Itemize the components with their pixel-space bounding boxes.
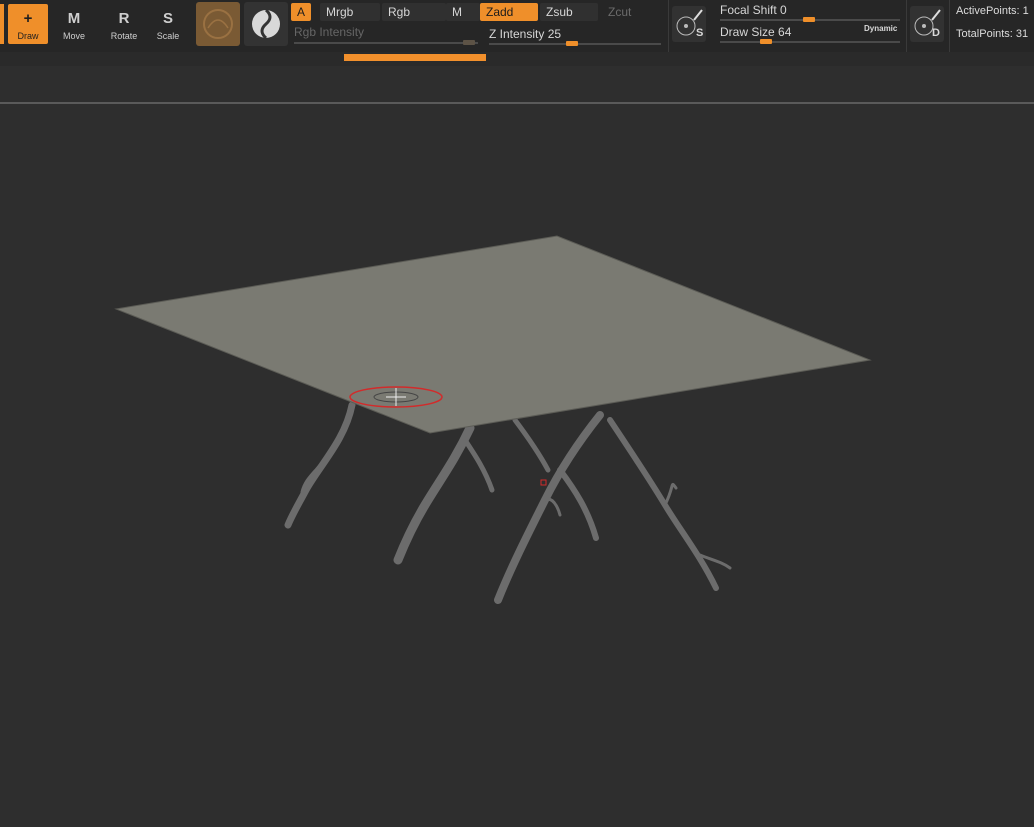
focal-shift-knob[interactable] — [803, 17, 815, 22]
active-points-readout: ActivePoints: 1 — [956, 5, 1029, 17]
scale-button[interactable]: S Scale — [148, 4, 188, 44]
s-badge: S — [696, 27, 704, 39]
edge-partial-button[interactable] — [0, 4, 4, 44]
zsub-toggle[interactable]: Zsub — [540, 3, 598, 21]
rotate-button[interactable]: R Rotate — [104, 4, 144, 44]
draw-size-slider[interactable] — [720, 41, 900, 43]
brush-button[interactable] — [244, 2, 288, 46]
top-toolbar: + Draw M Move R Rotate S Scale A Mrgb Rg… — [0, 0, 1034, 52]
progress-bar — [344, 54, 486, 61]
rgb-intensity-knob[interactable] — [463, 40, 475, 45]
a-toggle[interactable]: A — [291, 3, 312, 21]
focal-shift-label: Focal Shift 0 — [720, 3, 787, 17]
material-sphere-icon — [203, 9, 233, 39]
draw-size-name: Draw Size — [720, 25, 775, 39]
z-intensity-knob[interactable] — [566, 41, 578, 46]
divider — [668, 0, 669, 52]
draw-size-knob[interactable] — [760, 39, 772, 44]
progress-track — [0, 52, 1034, 66]
zcut-toggle[interactable]: Zcut — [602, 3, 654, 21]
draw-icon: + — [23, 10, 33, 27]
roots-mesh — [284, 401, 732, 604]
draw-settings-button[interactable]: D — [910, 6, 944, 42]
standard-brush-icon — [252, 8, 280, 40]
rotate-icon: R — [118, 10, 130, 27]
z-intensity-label: Z Intensity 25 — [489, 27, 561, 41]
m-toggle[interactable]: M — [446, 3, 480, 21]
draw-size-value: 64 — [778, 25, 792, 39]
move-label: Move — [62, 31, 85, 41]
rotate-label: Rotate — [110, 31, 138, 41]
divider — [906, 0, 907, 52]
material-button[interactable] — [196, 2, 240, 46]
rgb-intensity-slider[interactable] — [294, 42, 478, 44]
scale-icon: S — [162, 10, 173, 27]
stroke-settings-button[interactable]: S — [672, 6, 706, 42]
mrgb-toggle[interactable]: Mrgb — [320, 3, 380, 21]
scale-label: Scale — [156, 31, 180, 41]
z-intensity-name: Z Intensity — [489, 27, 545, 41]
draw-size-label: Draw Size 64 — [720, 25, 791, 39]
d-badge: D — [932, 27, 940, 39]
rgb-intensity-label: Rgb Intensity — [294, 25, 365, 39]
canvas-viewport[interactable] — [0, 104, 1034, 827]
z-intensity-value: 25 — [547, 27, 562, 41]
rgb-toggle[interactable]: Rgb — [382, 3, 446, 21]
draw-label: Draw — [17, 31, 39, 41]
divider — [949, 0, 950, 52]
plane-mesh — [114, 235, 872, 434]
focal-shift-name: Focal Shift — [720, 3, 777, 17]
dynamic-toggle[interactable]: Dynamic — [864, 24, 897, 33]
move-button[interactable]: M Move — [54, 4, 94, 44]
draw-button[interactable]: + Draw — [8, 4, 48, 44]
pivot-marker — [540, 479, 547, 486]
move-icon: M — [67, 10, 81, 27]
total-points-readout: TotalPoints: 31 — [956, 28, 1029, 40]
focal-shift-value: 0 — [780, 3, 787, 17]
zadd-toggle[interactable]: Zadd — [480, 3, 538, 21]
